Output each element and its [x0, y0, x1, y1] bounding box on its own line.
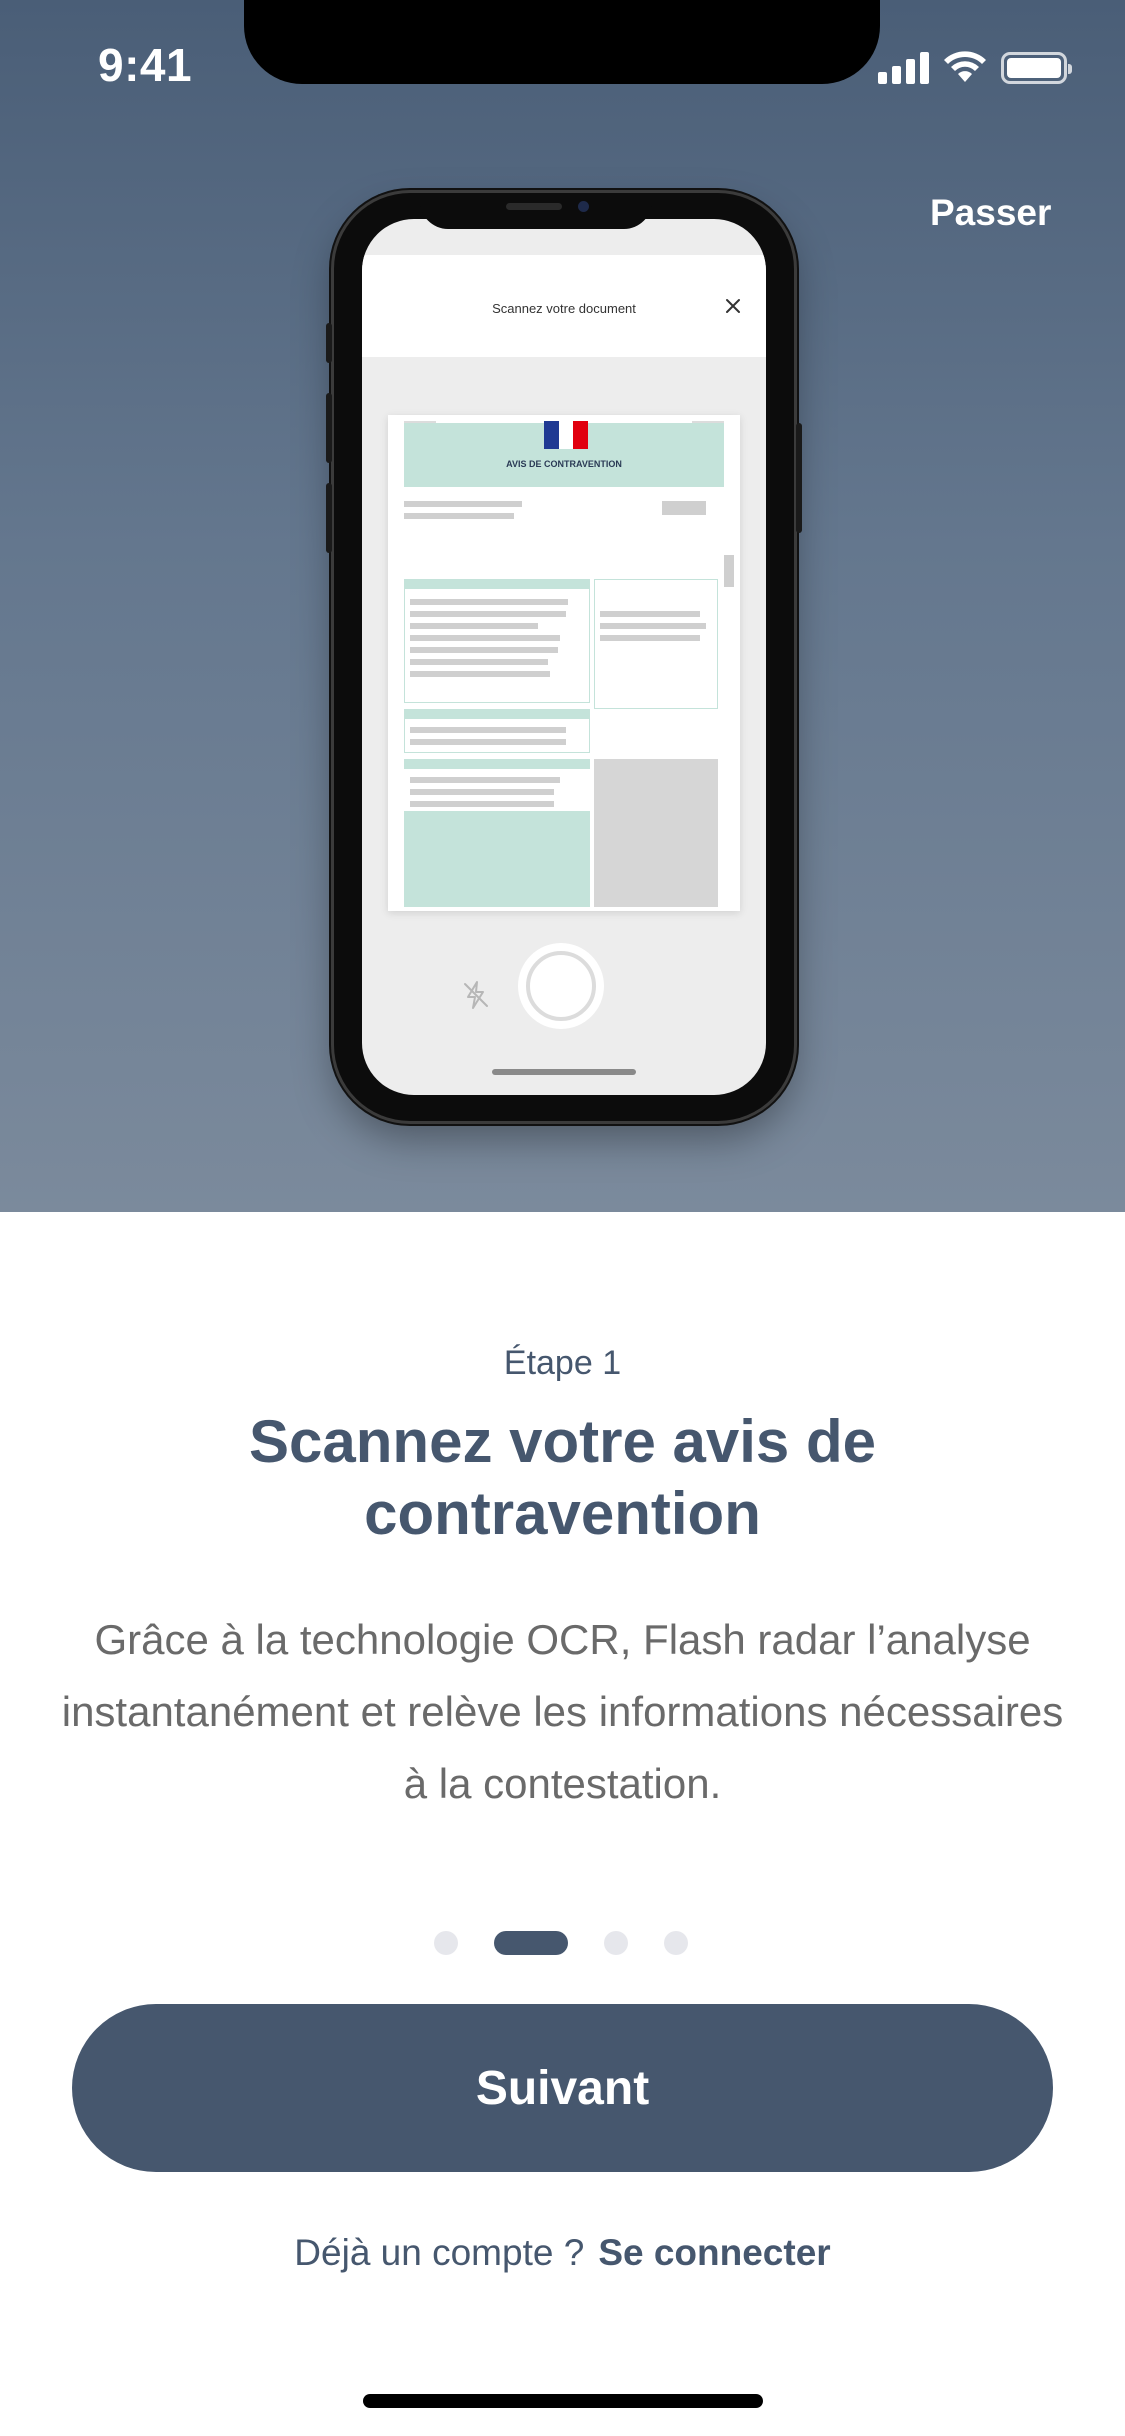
wifi-icon — [944, 51, 986, 82]
doc-text-line — [404, 513, 514, 519]
doc-section — [404, 579, 590, 703]
cellular-signal-icon — [878, 50, 929, 84]
doc-text-line — [600, 623, 706, 629]
step-label: Étape 1 — [503, 1344, 622, 1382]
doc-text-line — [410, 623, 538, 629]
document-preview: AVIS DE CONTRAVENTION — [388, 415, 740, 911]
phone-side-button — [326, 393, 332, 463]
page-dot-3[interactable] — [604, 1931, 628, 1955]
skip-button[interactable]: Passer — [930, 192, 1051, 234]
doc-text-line — [410, 801, 554, 807]
next-button-label: Suivant — [475, 2061, 650, 2115]
doc-text-line — [410, 659, 548, 665]
doc-scrollbar — [724, 555, 734, 587]
home-indicator — [363, 2394, 763, 2408]
doc-text-line — [410, 739, 566, 745]
doc-text-line — [410, 647, 558, 653]
phone-screen: Scannez votre document AVIS DE CONTRAVEN… — [362, 219, 766, 1095]
doc-section — [594, 579, 718, 709]
doc-section — [404, 811, 590, 907]
battery-icon — [1001, 52, 1072, 84]
document-title: AVIS DE CONTRAVENTION — [506, 459, 622, 469]
doc-text-line — [410, 635, 560, 641]
doc-text-line — [600, 635, 700, 641]
doc-text-line — [410, 789, 554, 795]
page-title: Scannez votre avis de contravention — [249, 1408, 876, 1547]
page-dot-1[interactable] — [434, 1931, 458, 1955]
phone-side-button — [796, 423, 802, 533]
doc-text-line — [600, 611, 700, 617]
doc-photo-area — [594, 759, 718, 907]
doc-section-header — [404, 759, 590, 769]
doc-text-line — [410, 671, 550, 677]
phone-side-button — [326, 483, 332, 553]
login-row: Déjà un compte ? Se connecter — [0, 2232, 1125, 2274]
phone-notch — [420, 193, 652, 229]
doc-text-line — [410, 727, 566, 733]
status-time: 9:41 — [98, 39, 193, 91]
status-icons — [878, 50, 1072, 84]
page-dot-4[interactable] — [664, 1931, 688, 1955]
doc-text-line — [662, 501, 706, 515]
existing-account-text: Déjà un compte ? — [294, 2232, 585, 2273]
page-description: Grâce à la technologie OCR, Flash radar … — [61, 1616, 1064, 1807]
scan-screen-title: Scannez votre document — [492, 301, 636, 316]
page-dot-2-active[interactable] — [494, 1931, 568, 1955]
page-indicator — [434, 1931, 724, 1955]
scan-header: Scannez votre document — [362, 255, 766, 357]
phone-mockup: Scannez votre document AVIS DE CONTRAVEN… — [326, 193, 802, 1121]
doc-section-header — [404, 709, 590, 719]
close-icon — [726, 299, 740, 313]
shutter-button-icon — [518, 943, 604, 1029]
french-flag-icon — [544, 421, 589, 449]
next-button[interactable]: Suivant — [72, 2004, 1053, 2172]
flash-off-icon — [464, 981, 488, 1009]
phone-home-indicator — [492, 1069, 636, 1075]
doc-text-line — [410, 599, 568, 605]
device-notch — [244, 0, 880, 84]
doc-section-header — [404, 579, 590, 589]
login-link[interactable]: Se connecter — [598, 2232, 830, 2273]
phone-side-button — [326, 323, 332, 363]
doc-text-line — [404, 501, 522, 507]
doc-text-line — [410, 777, 560, 783]
doc-text-line — [410, 611, 566, 617]
onboarding-hero: 9:41 Passer Scannez votre document AVIS … — [0, 0, 1125, 1212]
